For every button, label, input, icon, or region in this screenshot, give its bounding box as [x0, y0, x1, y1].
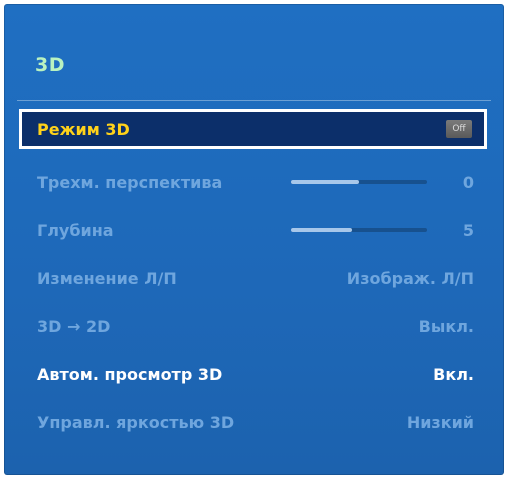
menu-item-3d-mode[interactable]: Режим 3D Off	[19, 109, 487, 149]
menu-item-value: 0	[462, 172, 474, 192]
menu-item-label: Трехм. перспектива	[37, 172, 223, 192]
depth-slider[interactable]	[291, 228, 427, 232]
off-toggle[interactable]: Off	[446, 120, 472, 138]
menu-item-label: 3D → 2D	[37, 316, 111, 336]
menu-item-value: Вкл.	[433, 364, 474, 384]
menu-item-label: Автом. просмотр 3D	[37, 364, 223, 384]
title-divider	[17, 100, 491, 101]
menu-item-value: Изображ. Л/П	[346, 268, 474, 288]
menu-item-lr-change[interactable]: Изменение Л/П Изображ. Л/П	[19, 258, 487, 298]
menu-item-3d-brightness[interactable]: Управл. яркостью 3D Низкий	[19, 402, 487, 442]
perspective-slider-fill	[291, 180, 359, 184]
menu-title: 3D	[35, 54, 65, 76]
menu-item-3d-to-2d[interactable]: 3D → 2D Выкл.	[19, 306, 487, 346]
menu-item-label: Глубина	[37, 220, 114, 240]
menu-item-label: Управл. яркостью 3D	[37, 412, 235, 432]
menu-item-value: Низкий	[406, 412, 474, 432]
perspective-slider[interactable]	[291, 180, 427, 184]
menu-item-label: Режим 3D	[37, 119, 130, 139]
menu-item-label: Изменение Л/П	[37, 268, 177, 288]
menu-item-value: Выкл.	[418, 316, 474, 336]
3d-settings-panel: 3D Режим 3D Off Трехм. перспектива 0 Глу…	[4, 4, 504, 475]
menu-item-auto-3d-view[interactable]: Автом. просмотр 3D Вкл.	[19, 354, 487, 394]
menu-item-value: 5	[462, 220, 474, 240]
depth-slider-fill	[291, 228, 353, 232]
menu-item-3d-perspective[interactable]: Трехм. перспектива 0	[19, 162, 487, 202]
menu-item-depth[interactable]: Глубина 5	[19, 210, 487, 250]
